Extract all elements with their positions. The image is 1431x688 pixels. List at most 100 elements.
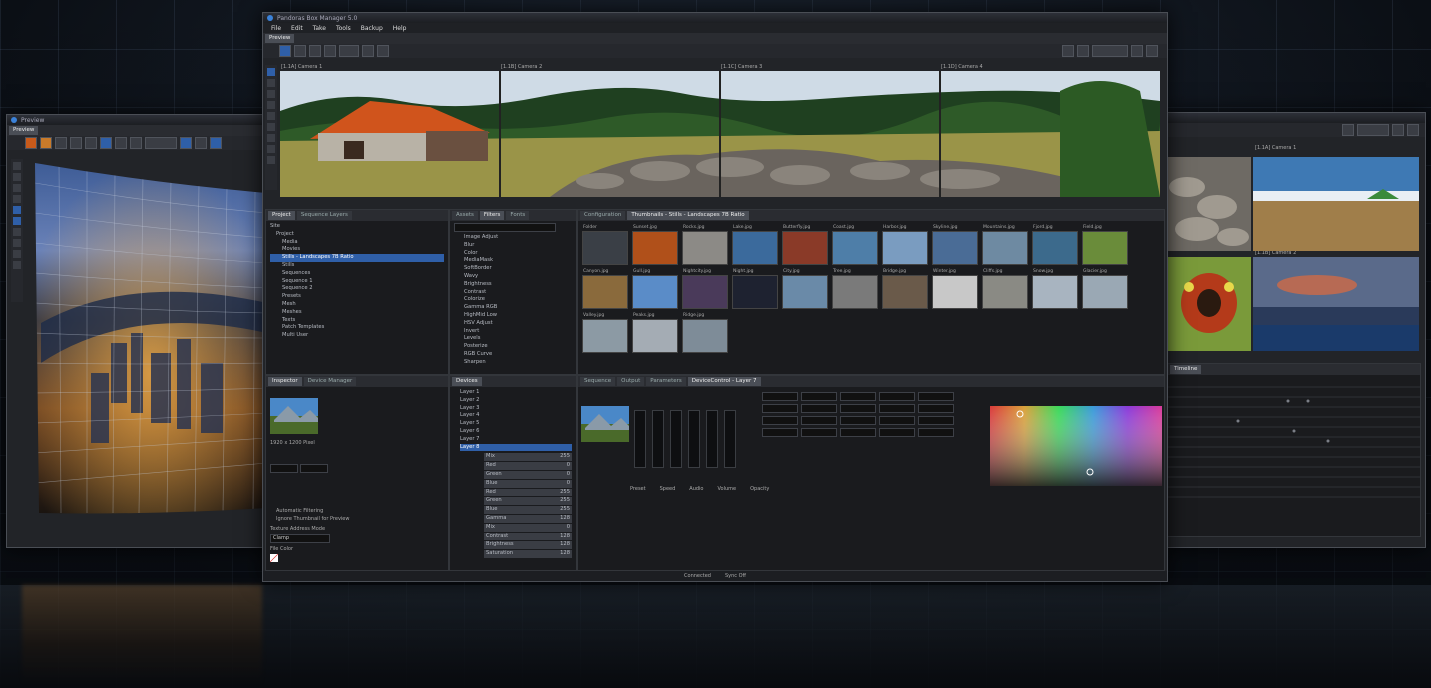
- device-param-row[interactable]: Blue 0: [484, 479, 572, 488]
- project-tree-item[interactable]: Project: [270, 231, 444, 239]
- fader-preset[interactable]: [634, 410, 646, 468]
- thumbnail-item[interactable]: Fjord.jpg: [1032, 225, 1078, 265]
- thumbnail-item[interactable]: Tree.jpg: [832, 269, 878, 309]
- device-param-row[interactable]: Mix 255: [484, 453, 572, 462]
- asset-tree-item[interactable]: SoftBorder: [464, 265, 572, 273]
- param-field[interactable]: [879, 404, 915, 413]
- tab-output[interactable]: Output: [617, 377, 645, 386]
- move-icon[interactable]: [70, 137, 82, 149]
- asset-tree-item[interactable]: Contrast: [464, 289, 572, 297]
- device-layer-item[interactable]: Layer 4: [460, 412, 572, 420]
- orange-tool-icon[interactable]: [25, 137, 37, 149]
- asset-tree-item[interactable]: MediaMask: [464, 257, 572, 265]
- lock-icon[interactable]: [1392, 124, 1404, 136]
- pointer-tool-icon[interactable]: [267, 79, 275, 87]
- device-param-row[interactable]: Green 255: [484, 497, 572, 506]
- thumbnail-item[interactable]: Night.jpg: [732, 269, 778, 309]
- param-field[interactable]: [840, 392, 876, 401]
- thumbnail-item[interactable]: Sunset.jpg: [632, 225, 678, 265]
- thumbnail-item[interactable]: Coast.jpg: [832, 225, 878, 265]
- tab-sequence-layers[interactable]: Sequence Layers: [296, 211, 352, 220]
- tab-parameters[interactable]: Parameters: [646, 377, 686, 386]
- device-layer-item[interactable]: Layer 3: [460, 405, 572, 413]
- thumbnail-item[interactable]: Folder: [582, 225, 628, 265]
- param-field[interactable]: [762, 404, 798, 413]
- warped-city-preview[interactable]: [31, 163, 271, 523]
- thumbnail-item[interactable]: Winter.jpg: [932, 269, 978, 309]
- asset-tree-item[interactable]: Color: [464, 250, 572, 258]
- thumbnail-item[interactable]: Nightcity.jpg: [682, 269, 728, 309]
- fit-icon[interactable]: [1062, 45, 1074, 57]
- tab-project[interactable]: Project: [268, 211, 295, 220]
- option-ignore-thumbnail[interactable]: Ignore Thumbnail for Preview: [276, 516, 349, 522]
- thumbnail-item[interactable]: Valley.jpg: [582, 313, 628, 353]
- lock-icon[interactable]: [1131, 45, 1143, 57]
- move-icon[interactable]: [309, 45, 321, 57]
- fullscreen-icon[interactable]: [1407, 124, 1419, 136]
- thumbnail-item[interactable]: Ridge.jpg: [682, 313, 728, 353]
- menu-help[interactable]: Help: [393, 25, 407, 32]
- project-tree-item[interactable]: Meshes: [270, 309, 444, 317]
- param-field[interactable]: [918, 416, 954, 425]
- scale-tool-icon[interactable]: [13, 239, 21, 247]
- thumbnail-item[interactable]: Butterfly.jpg: [782, 225, 828, 265]
- thumbnail-item[interactable]: Bridge.jpg: [882, 269, 928, 309]
- snap-icon[interactable]: [362, 45, 374, 57]
- view-icon[interactable]: [180, 137, 192, 149]
- thumbnail-item[interactable]: Peaks.jpg: [632, 313, 678, 353]
- param-field[interactable]: [801, 392, 837, 401]
- device-param-row[interactable]: Saturation 128: [484, 550, 572, 558]
- tab-device-control[interactable]: DeviceControl - Layer 7: [687, 377, 761, 386]
- thumbnail-item[interactable]: Canyon.jpg: [582, 269, 628, 309]
- param-field[interactable]: [918, 404, 954, 413]
- asset-tree-item[interactable]: Gamma RGB: [464, 304, 572, 312]
- menu-tools[interactable]: Tools: [336, 25, 351, 32]
- tab-sequence[interactable]: Sequence: [580, 377, 616, 386]
- asset-tree-item[interactable]: Sharpen: [464, 359, 572, 367]
- thumbnail-item[interactable]: Mountains.jpg: [982, 225, 1028, 265]
- param-field[interactable]: [762, 416, 798, 425]
- zoom-tool-icon[interactable]: [267, 101, 275, 109]
- param-field[interactable]: [840, 404, 876, 413]
- param-field[interactable]: [801, 428, 837, 437]
- project-tree-item[interactable]: Sequence 1: [270, 278, 444, 286]
- fader-volume[interactable]: [688, 410, 700, 468]
- warp-tool-icon[interactable]: [13, 217, 21, 225]
- asset-tree-item[interactable]: HighMid Low: [464, 312, 572, 320]
- rotate-tool-icon[interactable]: [267, 134, 275, 142]
- timeline-tracks[interactable]: [1168, 375, 1420, 535]
- device-layer-item[interactable]: Layer 5: [460, 420, 572, 428]
- tab-fonts[interactable]: Fonts: [506, 211, 530, 220]
- crosshair-icon[interactable]: [324, 45, 336, 57]
- project-tree-item[interactable]: Texts: [270, 317, 444, 325]
- menu-edit[interactable]: Edit: [291, 25, 303, 32]
- scale-tool-icon[interactable]: [267, 145, 275, 153]
- texture-mode-select[interactable]: Clamp: [270, 534, 330, 543]
- pointer-tool-icon[interactable]: [13, 173, 21, 181]
- thumbnail-item[interactable]: Snow.jpg: [1032, 269, 1078, 309]
- fader-speed[interactable]: [652, 410, 664, 468]
- option-auto-filtering[interactable]: Automatic Filtering: [276, 508, 323, 514]
- device-param-row[interactable]: Green 0: [484, 470, 572, 479]
- settings-icon[interactable]: [210, 137, 222, 149]
- thumbnail-item[interactable]: City.jpg: [782, 269, 828, 309]
- asset-tree-item[interactable]: Wavy: [464, 273, 572, 281]
- filter-icon[interactable]: [1077, 45, 1089, 57]
- split-icon[interactable]: [195, 137, 207, 149]
- thumbnail-item[interactable]: Lake.jpg: [732, 225, 778, 265]
- project-tree-item[interactable]: Stills - Landscapes 7B Ratio: [270, 254, 444, 262]
- menu-take[interactable]: Take: [313, 25, 326, 32]
- device-layer-item[interactable]: Layer 7: [460, 436, 572, 444]
- param-field[interactable]: [762, 392, 798, 401]
- tab-filters[interactable]: Filters: [479, 211, 505, 220]
- asset-tree-item[interactable]: Image Adjust: [464, 234, 572, 242]
- audio-icon[interactable]: [294, 45, 306, 57]
- thumbnail-item[interactable]: Gull.jpg: [632, 269, 678, 309]
- device-param-row[interactable]: Blue 255: [484, 506, 572, 514]
- mesh-tool-icon[interactable]: [267, 112, 275, 120]
- tab-devices[interactable]: Devices: [452, 377, 482, 386]
- menu-backup[interactable]: Backup: [361, 25, 383, 32]
- project-tree-item[interactable]: Patch Templates: [270, 324, 444, 332]
- param-field[interactable]: [840, 428, 876, 437]
- param-field[interactable]: [918, 392, 954, 401]
